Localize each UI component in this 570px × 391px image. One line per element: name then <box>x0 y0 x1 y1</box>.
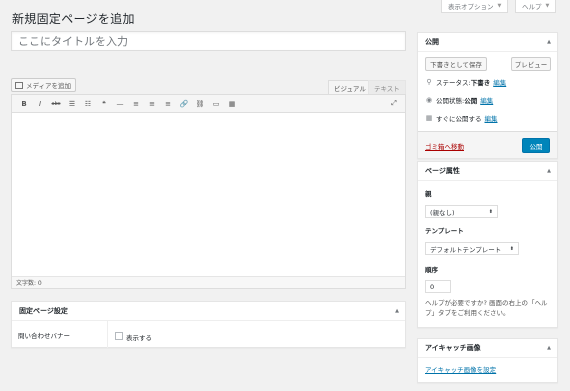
visibility-label: 公開状態: <box>436 97 465 105</box>
page-settings-header[interactable]: 固定ページ設定 ▲ <box>12 302 405 321</box>
bold-icon[interactable]: B <box>16 97 32 111</box>
help-label: ヘルプ <box>522 3 542 11</box>
screen-options-label: 表示オプション <box>448 3 494 11</box>
add-media-label: メディアを追加 <box>26 82 72 90</box>
order-input[interactable]: 0 <box>425 280 451 293</box>
numbered-list-icon[interactable]: ☷ <box>80 97 96 111</box>
schedule-row: ▦ すぐに公開する 編集 <box>425 113 498 123</box>
show-banner-label[interactable]: 表示する <box>126 332 152 342</box>
set-featured-image-link[interactable]: アイキャッチ画像を設定 <box>425 364 496 374</box>
page-attributes-header[interactable]: ページ属性 ▲ <box>418 162 557 181</box>
editor-toolbar: B Iabc ☰ ☷ ❝ — ≡ ≡ ≡ 🔗 ⛓ ▭ ▦ ⤢ <box>12 95 405 113</box>
template-label: テンプレート <box>425 227 464 235</box>
content-editor: B Iabc ☰ ☷ ❝ — ≡ ≡ ≡ 🔗 ⛓ ▭ ▦ ⤢ 文字数: 0 <box>11 94 406 289</box>
parent-select-value: (親なし) <box>430 208 455 217</box>
visibility-row: ◉ 公開状態: 公開 編集 <box>425 95 493 105</box>
tab-text[interactable]: テキスト <box>368 80 406 94</box>
bulleted-list-icon[interactable]: ☰ <box>64 97 80 111</box>
trash-link[interactable]: ゴミ箱へ移動 <box>425 141 464 151</box>
show-banner-checkbox[interactable] <box>115 332 123 340</box>
order-label: 順序 <box>425 266 438 274</box>
editor-body[interactable] <box>12 113 405 277</box>
collapse-arrow-icon[interactable]: ▲ <box>547 345 551 351</box>
featured-image-header[interactable]: アイキャッチ画像 ▲ <box>418 339 557 358</box>
toolbar-toggle-icon[interactable]: ▦ <box>224 97 240 111</box>
remove-link-icon[interactable]: ⛓ <box>192 97 208 111</box>
page-settings-title: 固定ページ設定 <box>19 307 68 315</box>
tab-visual[interactable]: ビジュアル <box>328 80 372 94</box>
preview-button[interactable]: プレビュー <box>511 57 551 71</box>
save-draft-button[interactable]: 下書きとして保存 <box>425 57 487 71</box>
italic-icon[interactable]: I <box>32 97 48 111</box>
horizontal-rule-icon[interactable]: — <box>112 97 128 111</box>
status-label: ステータス: <box>436 79 471 87</box>
publish-box: 公開 ▲ 下書きとして保存 プレビュー ⚲ ステータス: 下書き 編集 ◉ 公開… <box>417 32 558 159</box>
align-left-icon[interactable]: ≡ <box>128 97 144 111</box>
fullscreen-icon[interactable]: ⤢ <box>386 97 402 111</box>
page-attributes-box: ページ属性 ▲ 親 (親なし) ⬍ テンプレート デフォルトテンプレート ⬍ 順序 … <box>417 161 558 328</box>
align-center-icon[interactable]: ≡ <box>144 97 160 111</box>
page-attributes-title: ページ属性 <box>425 167 460 175</box>
blockquote-icon[interactable]: ❝ <box>96 97 112 111</box>
help-button[interactable]: ヘルプ ▼ <box>515 0 557 13</box>
title-input[interactable]: ここにタイトルを入力 <box>11 31 406 51</box>
status-value: 下書き <box>470 79 491 87</box>
publish-actions: ゴミ箱へ移動 公開 <box>418 131 557 158</box>
publish-title: 公開 <box>425 38 439 46</box>
collapse-arrow-icon[interactable]: ▲ <box>547 39 551 45</box>
add-media-button[interactable]: メディアを追加 <box>11 78 77 92</box>
select-arrows-icon: ⬍ <box>509 245 514 252</box>
insert-link-icon[interactable]: 🔗 <box>176 97 192 111</box>
calendar-icon: ▦ <box>425 114 433 122</box>
eye-icon: ◉ <box>425 96 433 104</box>
caret-down-icon: ▼ <box>497 3 502 9</box>
template-select-value: デフォルトテンプレート <box>430 245 502 254</box>
contact-banner-label: 問い合わせバナー <box>12 321 108 348</box>
word-count: 文字数: 0 <box>12 276 405 288</box>
edit-visibility-link[interactable]: 編集 <box>480 95 493 105</box>
schedule-text: すぐに公開する <box>436 115 482 123</box>
strikethrough-icon[interactable]: abc <box>48 97 64 111</box>
pin-icon: ⚲ <box>426 78 432 86</box>
publish-header[interactable]: 公開 ▲ <box>418 33 557 52</box>
read-more-icon[interactable]: ▭ <box>208 97 224 111</box>
page-title: 新規固定ページを追加 <box>12 12 135 26</box>
caret-down-icon: ▼ <box>545 3 550 9</box>
screen-options-button[interactable]: 表示オプション ▼ <box>441 0 509 13</box>
help-text: ヘルプが必要ですか? 画面の右上の「ヘルプ」タブをご利用ください。 <box>425 299 548 317</box>
align-right-icon[interactable]: ≡ <box>160 97 176 111</box>
status-row: ⚲ ステータス: 下書き 編集 <box>425 77 506 87</box>
title-placeholder: ここにタイトルを入力 <box>18 35 128 48</box>
collapse-arrow-icon[interactable]: ▲ <box>547 168 551 174</box>
collapse-arrow-icon[interactable]: ▲ <box>395 308 399 314</box>
featured-image-box: アイキャッチ画像 ▲ アイキャッチ画像を設定 <box>417 338 558 383</box>
parent-label: 親 <box>425 190 432 198</box>
visibility-value: 公開 <box>464 97 478 105</box>
featured-image-title: アイキャッチ画像 <box>425 344 481 352</box>
select-arrows-icon: ⬍ <box>488 208 493 215</box>
edit-status-link[interactable]: 編集 <box>493 77 506 87</box>
template-select[interactable]: デフォルトテンプレート ⬍ <box>425 242 519 255</box>
media-icon <box>15 81 23 89</box>
edit-schedule-link[interactable]: 編集 <box>485 113 498 123</box>
publish-button[interactable]: 公開 <box>522 138 550 153</box>
page-settings-box: 固定ページ設定 ▲ 問い合わせバナー 表示する <box>11 301 406 348</box>
parent-select[interactable]: (親なし) ⬍ <box>425 205 498 218</box>
